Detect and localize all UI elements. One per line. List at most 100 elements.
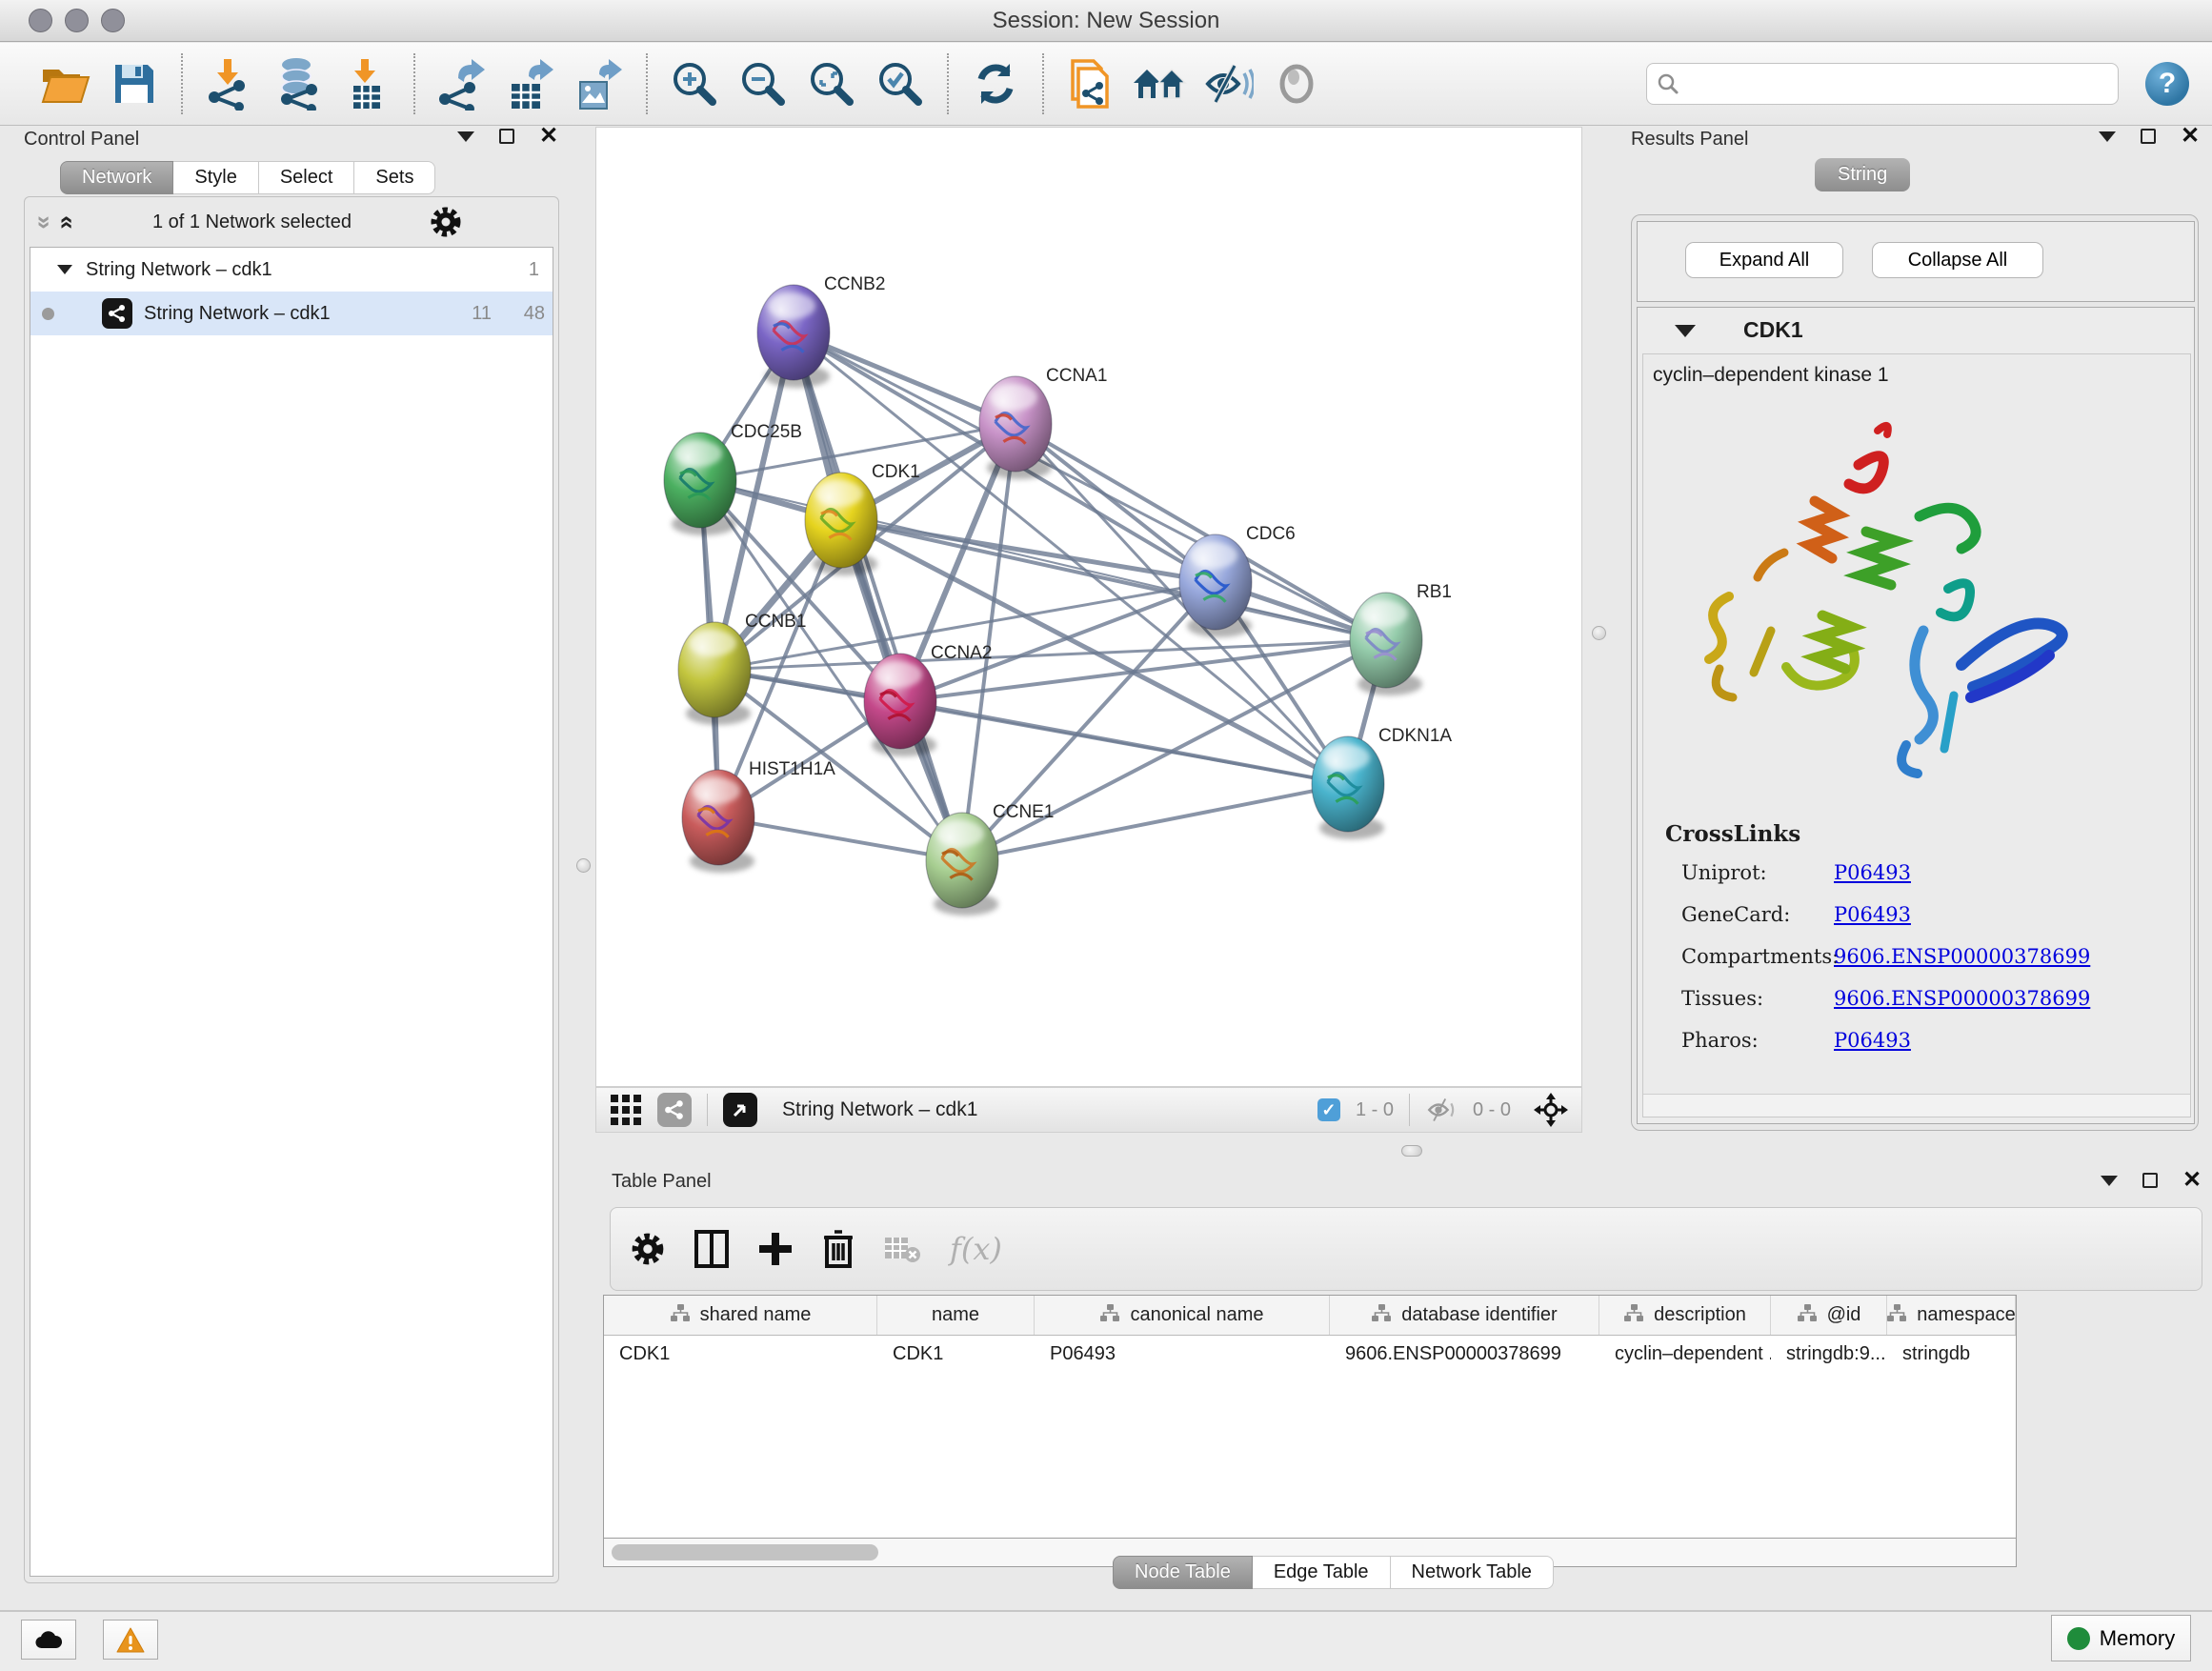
export-network-button[interactable] bbox=[434, 55, 490, 112]
table-options-gear-icon[interactable] bbox=[630, 1231, 666, 1267]
home-button[interactable] bbox=[1132, 55, 1187, 112]
crosslink-link[interactable]: P06493 bbox=[1834, 1029, 1911, 1052]
network-row[interactable]: String Network – cdk1 11 48 bbox=[30, 292, 553, 335]
selected-checkbox-icon[interactable]: ✓ bbox=[1317, 1098, 1340, 1121]
tab-style[interactable]: Style bbox=[173, 161, 258, 194]
open-session-button[interactable] bbox=[38, 55, 93, 112]
tree-expand-icon[interactable] bbox=[57, 265, 72, 274]
network-node-CCNA1[interactable] bbox=[979, 376, 1052, 479]
column-header-description[interactable]: description bbox=[1599, 1296, 1771, 1335]
warning-button[interactable] bbox=[103, 1620, 158, 1660]
crosslink-link[interactable]: 9606.ENSP00000378699 bbox=[1834, 987, 2090, 1010]
crosslink-row: GeneCard:P06493 bbox=[1681, 903, 1824, 926]
network-collection-row[interactable]: String Network – cdk1 1 bbox=[30, 248, 553, 292]
tab-select[interactable]: Select bbox=[259, 161, 355, 194]
show-all-button[interactable] bbox=[1269, 55, 1324, 112]
fit-content-icon[interactable] bbox=[1534, 1093, 1568, 1127]
import-network-button[interactable] bbox=[202, 55, 257, 112]
collapse-all-button[interactable]: Collapse All bbox=[1872, 242, 2043, 278]
table-cell[interactable]: stringdb bbox=[1887, 1336, 2016, 1378]
panel-menu-icon[interactable] bbox=[2101, 1176, 2118, 1186]
network-edge[interactable] bbox=[718, 817, 962, 860]
memory-button[interactable]: Memory bbox=[2051, 1615, 2191, 1661]
tab-node-table[interactable]: Node Table bbox=[1113, 1556, 1253, 1589]
table-cell[interactable]: P06493 bbox=[1035, 1336, 1330, 1378]
network-node-CCNB1[interactable] bbox=[678, 622, 751, 725]
refresh-button[interactable] bbox=[968, 55, 1023, 112]
network-edge[interactable] bbox=[900, 582, 1216, 701]
table-hscrollbar-thumb[interactable] bbox=[612, 1544, 878, 1560]
show-columns-icon[interactable] bbox=[694, 1230, 729, 1268]
expand-all-networks-icon[interactable]: « bbox=[53, 215, 83, 229]
network-node-CCNA2[interactable] bbox=[864, 654, 936, 756]
save-session-button[interactable] bbox=[107, 55, 162, 112]
panel-float-icon[interactable] bbox=[499, 129, 514, 144]
panel-menu-icon[interactable] bbox=[2099, 131, 2116, 142]
panel-menu-icon[interactable] bbox=[457, 131, 474, 142]
cloud-button[interactable] bbox=[21, 1620, 76, 1660]
zoom-fit-button[interactable] bbox=[804, 55, 859, 112]
network-node-CCNB2[interactable] bbox=[757, 285, 830, 388]
add-column-icon[interactable] bbox=[757, 1231, 794, 1267]
network-node-CDC6[interactable] bbox=[1179, 534, 1252, 637]
panel-close-icon[interactable]: ✕ bbox=[2182, 1173, 2202, 1188]
crosslink-link[interactable]: P06493 bbox=[1834, 903, 1911, 926]
network-view-type-icon[interactable] bbox=[657, 1093, 692, 1127]
network-canvas[interactable]: CCNB2CCNA1CDC25BCDK1CDC6RB1CCNB1CCNA2CDK… bbox=[595, 127, 1582, 1087]
column-header-canonical-name[interactable]: canonical name bbox=[1035, 1296, 1330, 1335]
import-database-button[interactable] bbox=[271, 55, 326, 112]
import-table-button[interactable] bbox=[339, 55, 394, 112]
crosslink-link[interactable]: P06493 bbox=[1834, 861, 1911, 884]
tab-edge-table[interactable]: Edge Table bbox=[1253, 1556, 1391, 1589]
help-button[interactable]: ? bbox=[2145, 62, 2189, 106]
export-image-button[interactable] bbox=[572, 55, 627, 112]
network-node-CDKN1A[interactable] bbox=[1312, 736, 1384, 839]
left-splitter-handle[interactable] bbox=[576, 858, 591, 873]
network-options-gear-icon[interactable] bbox=[429, 205, 463, 239]
column-header-name[interactable]: name bbox=[877, 1296, 1035, 1335]
network-node-HIST1H1A[interactable] bbox=[682, 770, 754, 873]
crosslink-label: GeneCard: bbox=[1681, 903, 1824, 926]
right-splitter-handle[interactable] bbox=[1592, 626, 1606, 640]
delete-column-icon[interactable] bbox=[822, 1230, 855, 1268]
column-header-database-identifier[interactable]: database identifier bbox=[1330, 1296, 1599, 1335]
table-cell[interactable]: CDK1 bbox=[877, 1336, 1035, 1378]
panel-close-icon[interactable]: ✕ bbox=[539, 129, 558, 144]
tab-string[interactable]: String bbox=[1815, 158, 1910, 191]
clone-network-button[interactable] bbox=[1063, 55, 1118, 112]
network-edge[interactable] bbox=[900, 701, 1348, 784]
crosslink-link[interactable]: 9606.ENSP00000378699 bbox=[1834, 945, 2090, 968]
grid-view-icon[interactable] bbox=[610, 1094, 642, 1126]
column-header--id[interactable]: @id bbox=[1771, 1296, 1887, 1335]
bottom-splitter-handle[interactable] bbox=[1401, 1145, 1422, 1157]
birdseye-view-icon[interactable] bbox=[723, 1093, 757, 1127]
column-header-label: @id bbox=[1827, 1304, 1861, 1326]
table-cell[interactable]: 9606.ENSP00000378699 bbox=[1330, 1336, 1599, 1378]
table-cell[interactable]: CDK1 bbox=[604, 1336, 877, 1378]
column-header-shared-name[interactable]: shared name bbox=[604, 1296, 877, 1335]
protein-section-toggle-icon[interactable] bbox=[1675, 325, 1696, 337]
tab-sets[interactable]: Sets bbox=[354, 161, 435, 194]
table-cell[interactable]: stringdb:9... bbox=[1771, 1336, 1887, 1378]
panel-close-icon[interactable]: ✕ bbox=[2181, 129, 2200, 144]
panel-float-icon[interactable] bbox=[2141, 129, 2156, 144]
zoom-selected-button[interactable] bbox=[873, 55, 928, 112]
column-header-namespace[interactable]: namespace bbox=[1887, 1296, 2016, 1335]
network-node-RB1[interactable] bbox=[1350, 593, 1422, 695]
hide-selected-button[interactable] bbox=[1200, 55, 1256, 112]
table-row[interactable]: CDK1CDK1P064939606.ENSP00000378699cyclin… bbox=[604, 1336, 2016, 1378]
network-node-CDK1[interactable] bbox=[805, 473, 877, 575]
network-node-CDC25B[interactable] bbox=[664, 433, 736, 535]
table-cell[interactable]: cyclin–dependent ... bbox=[1599, 1336, 1771, 1378]
tab-network[interactable]: Network bbox=[60, 161, 173, 194]
panel-float-icon[interactable] bbox=[2142, 1173, 2158, 1188]
expand-all-button[interactable]: Expand All bbox=[1685, 242, 1843, 278]
network-node-CCNE1[interactable] bbox=[926, 813, 998, 916]
zoom-out-button[interactable] bbox=[735, 55, 791, 112]
tab-network-table[interactable]: Network Table bbox=[1391, 1556, 1554, 1589]
results-hscrollbar[interactable] bbox=[1643, 1094, 2190, 1117]
export-arrow-icon bbox=[529, 59, 553, 80]
export-table-button[interactable] bbox=[503, 55, 558, 112]
search-input[interactable] bbox=[1679, 73, 2089, 95]
zoom-in-button[interactable] bbox=[667, 55, 722, 112]
